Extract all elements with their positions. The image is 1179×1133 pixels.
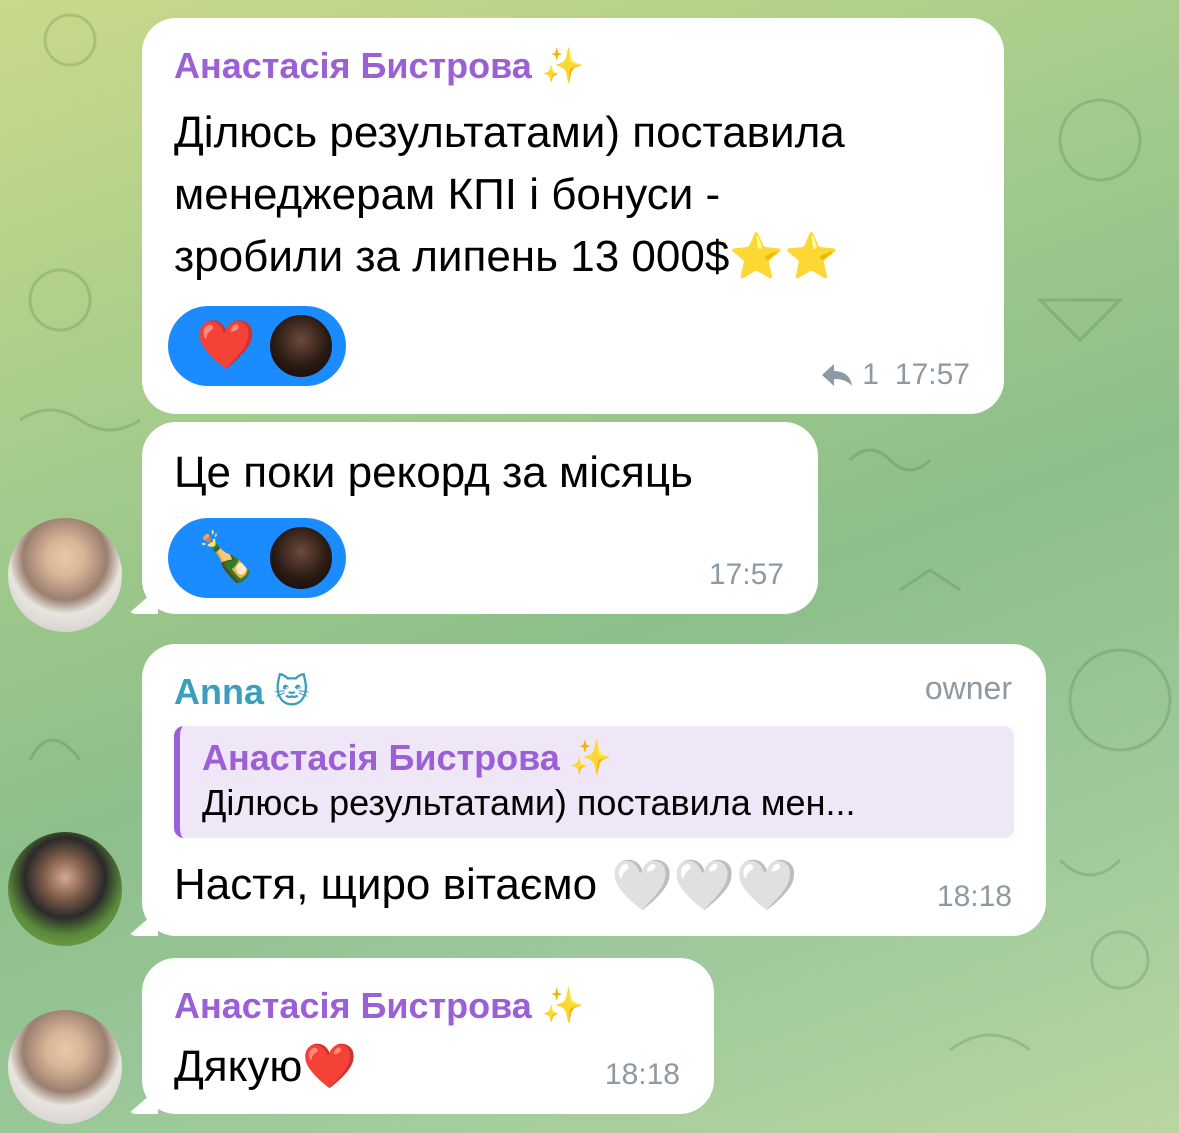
sender-name-text: Анастасія Бистрова xyxy=(174,985,532,1026)
heart-reaction-icon: ❤️ xyxy=(196,319,256,372)
message-text: Це поки рекорд за місяць xyxy=(174,448,693,497)
cat-badge-icon: 🐱 xyxy=(274,673,310,711)
avatar-anastasia[interactable] xyxy=(8,518,122,632)
message-bubble-2[interactable]: Це поки рекорд за місяць 🍾 17:57 xyxy=(142,422,818,614)
message-line: зробили за липень 13 000$⭐⭐ xyxy=(174,232,839,281)
sender-name[interactable]: Анастасія Бистрова ✨ xyxy=(174,984,682,1028)
sender-name-text: Анастасія Бистрова xyxy=(174,45,532,86)
message-time: 18:18 xyxy=(604,1058,680,1091)
avatar-anna[interactable] xyxy=(8,832,122,946)
message-bubble-3[interactable]: Anna 🐱 owner Анастасія Бистрова ✨ Ділюсь… xyxy=(142,644,1046,936)
message-line: Ділюсь результатами) поставила xyxy=(174,108,845,157)
reply-quote[interactable]: Анастасія Бистрова ✨ Ділюсь результатами… xyxy=(174,726,1014,838)
message-bubble-4[interactable]: Анастасія Бистрова ✨ Дякую❤️ 18:18 xyxy=(142,958,714,1114)
message-time: 18:18 xyxy=(936,880,1012,913)
message-meta: 18:18 xyxy=(937,880,1012,914)
quote-text: Ділюсь результатами) поставила мен... xyxy=(202,782,856,823)
sender-name[interactable]: Анастасія Бистрова ✨ xyxy=(174,44,972,88)
reply-arrow-icon[interactable] xyxy=(820,362,854,388)
message-text-body: Настя, щиро вітаємо xyxy=(174,860,598,909)
quote-sender-text: Анастасія Бистрова xyxy=(202,737,560,778)
quote-sender: Анастасія Бистрова ✨ xyxy=(202,736,994,780)
hearts-icon: 🤍🤍🤍 xyxy=(611,857,798,913)
message-meta: 18:18 xyxy=(605,1058,680,1092)
message-meta: 1 17:57 xyxy=(820,358,970,392)
reply-count[interactable]: 1 xyxy=(862,358,879,392)
sender-name[interactable]: Anna 🐱 xyxy=(174,670,1014,714)
message-time: 17:57 xyxy=(708,558,784,591)
message-line: менеджерам КПІ і бонуси - xyxy=(174,170,721,219)
reactor-avatar xyxy=(267,313,334,379)
sparkle-badge-icon: ✨ xyxy=(569,739,613,777)
message-meta: 17:57 xyxy=(709,558,784,592)
reaction-pill[interactable]: 🍾 xyxy=(168,518,346,598)
message-text: Настя, щиро вітаємо 🤍🤍🤍 xyxy=(174,854,1014,916)
sender-name-text: Anna xyxy=(174,671,264,712)
avatar-anastasia[interactable] xyxy=(8,1010,122,1124)
owner-label: owner xyxy=(924,670,1012,706)
message-time: 17:57 xyxy=(894,358,970,391)
champagne-reaction-icon: 🍾 xyxy=(196,531,256,584)
reaction-pill[interactable]: ❤️ xyxy=(168,306,346,386)
message-bubble-1[interactable]: Анастасія Бистрова ✨ Ділюсь результатами… xyxy=(142,18,1004,414)
sparkle-badge-icon: ✨ xyxy=(541,987,585,1025)
reactor-avatar xyxy=(267,525,334,591)
sparkle-badge-icon: ✨ xyxy=(541,47,585,85)
message-text: Ділюсь результатами) поставила менеджера… xyxy=(174,102,972,288)
